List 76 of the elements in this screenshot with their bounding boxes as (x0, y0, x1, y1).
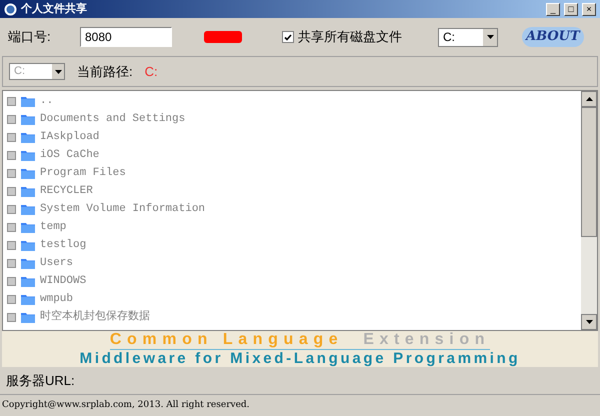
file-name: wmpub (40, 292, 74, 307)
row-checkbox[interactable] (7, 204, 16, 214)
folder-icon (21, 293, 35, 305)
file-name: Users (40, 256, 74, 271)
row-checkbox[interactable] (7, 222, 16, 232)
port-input[interactable]: 8080 (80, 27, 172, 47)
row-checkbox[interactable] (7, 294, 16, 304)
port-label: 端口号: (8, 28, 52, 46)
file-row[interactable]: Users (7, 254, 581, 272)
row-checkbox[interactable] (7, 114, 16, 124)
file-row[interactable]: System Volume Information (7, 200, 581, 218)
file-name: iOS CaChe (40, 148, 100, 163)
row-checkbox[interactable] (7, 312, 16, 322)
file-row[interactable]: Program Files (7, 164, 581, 182)
file-name: temp (40, 220, 66, 235)
file-name: .. (40, 94, 54, 109)
folder-icon (21, 239, 35, 251)
file-name: WINDOWS (40, 274, 86, 289)
row-checkbox[interactable] (7, 240, 16, 250)
folder-icon (21, 257, 35, 269)
dropdown-arrow-icon (486, 35, 494, 39)
file-row[interactable]: WINDOWS (7, 272, 581, 290)
file-name: IAskpload (40, 130, 100, 145)
server-url-label: 服务器URL: (6, 372, 75, 390)
check-icon (284, 34, 292, 40)
row-checkbox[interactable] (7, 150, 16, 160)
folder-icon (21, 221, 35, 233)
drive-select[interactable]: C: (438, 28, 498, 46)
file-name: testlog (40, 238, 86, 253)
row-checkbox[interactable] (7, 276, 16, 286)
row-checkbox[interactable] (7, 96, 16, 106)
file-row[interactable]: 时空本机封包保存数据 (7, 308, 581, 326)
row-checkbox[interactable] (7, 168, 16, 178)
status-bar-text: Copyright@www.srplab.com, 2013. All right reserved. (2, 398, 250, 412)
file-name: RECYCLER (40, 184, 93, 199)
file-name: Program Files (40, 166, 126, 181)
row-checkbox[interactable] (7, 258, 16, 268)
file-row[interactable]: Documents and Settings (7, 110, 581, 128)
banner-title: Common Language (110, 332, 344, 348)
dropdown-arrow-icon (54, 70, 62, 74)
banner-tagline: Middleware for Mixed-Language Programming (80, 351, 520, 366)
file-name: Documents and Settings (40, 112, 186, 127)
window-control-button[interactable]: _ (546, 2, 560, 16)
row-checkbox[interactable] (7, 186, 16, 196)
status-indicator (204, 31, 242, 43)
folder-icon (21, 113, 35, 125)
about-button[interactable]: ABOUT (522, 27, 584, 47)
path-label: 当前路径: (77, 62, 133, 81)
path-value: C: (144, 62, 158, 81)
folder-icon (21, 275, 35, 287)
file-row[interactable]: iOS CaChe (7, 146, 581, 164)
file-name: 时空本机封包保存数据 (40, 308, 150, 325)
row-checkbox[interactable] (7, 132, 16, 142)
file-row[interactable]: IAskpload (7, 128, 581, 146)
share-all-checkbox[interactable]: 共享所有磁盘文件 (282, 27, 402, 47)
folder-icon (21, 149, 35, 161)
scroll-up-icon (586, 97, 592, 101)
window-control-button[interactable]: □ (564, 2, 578, 16)
file-name: System Volume Information (40, 202, 206, 217)
folder-icon (21, 167, 35, 179)
folder-icon (21, 185, 35, 197)
folder-icon (21, 203, 35, 215)
file-row[interactable]: testlog (7, 236, 581, 254)
file-row[interactable]: .. (7, 92, 581, 110)
banner-subtitle: Extension (363, 332, 490, 348)
folder-icon (21, 311, 35, 323)
scrollbar[interactable] (581, 91, 597, 330)
window-control-button[interactable]: × (582, 2, 596, 16)
file-row[interactable]: RECYCLER (7, 182, 581, 200)
file-row[interactable]: temp (7, 218, 581, 236)
scroll-down-icon (586, 320, 592, 324)
path-drive-select[interactable]: C: (9, 63, 65, 80)
folder-icon (21, 95, 35, 107)
window-title: 个人文件共享 (21, 2, 87, 17)
folder-icon (21, 131, 35, 143)
file-row[interactable]: wmpub (7, 290, 581, 308)
